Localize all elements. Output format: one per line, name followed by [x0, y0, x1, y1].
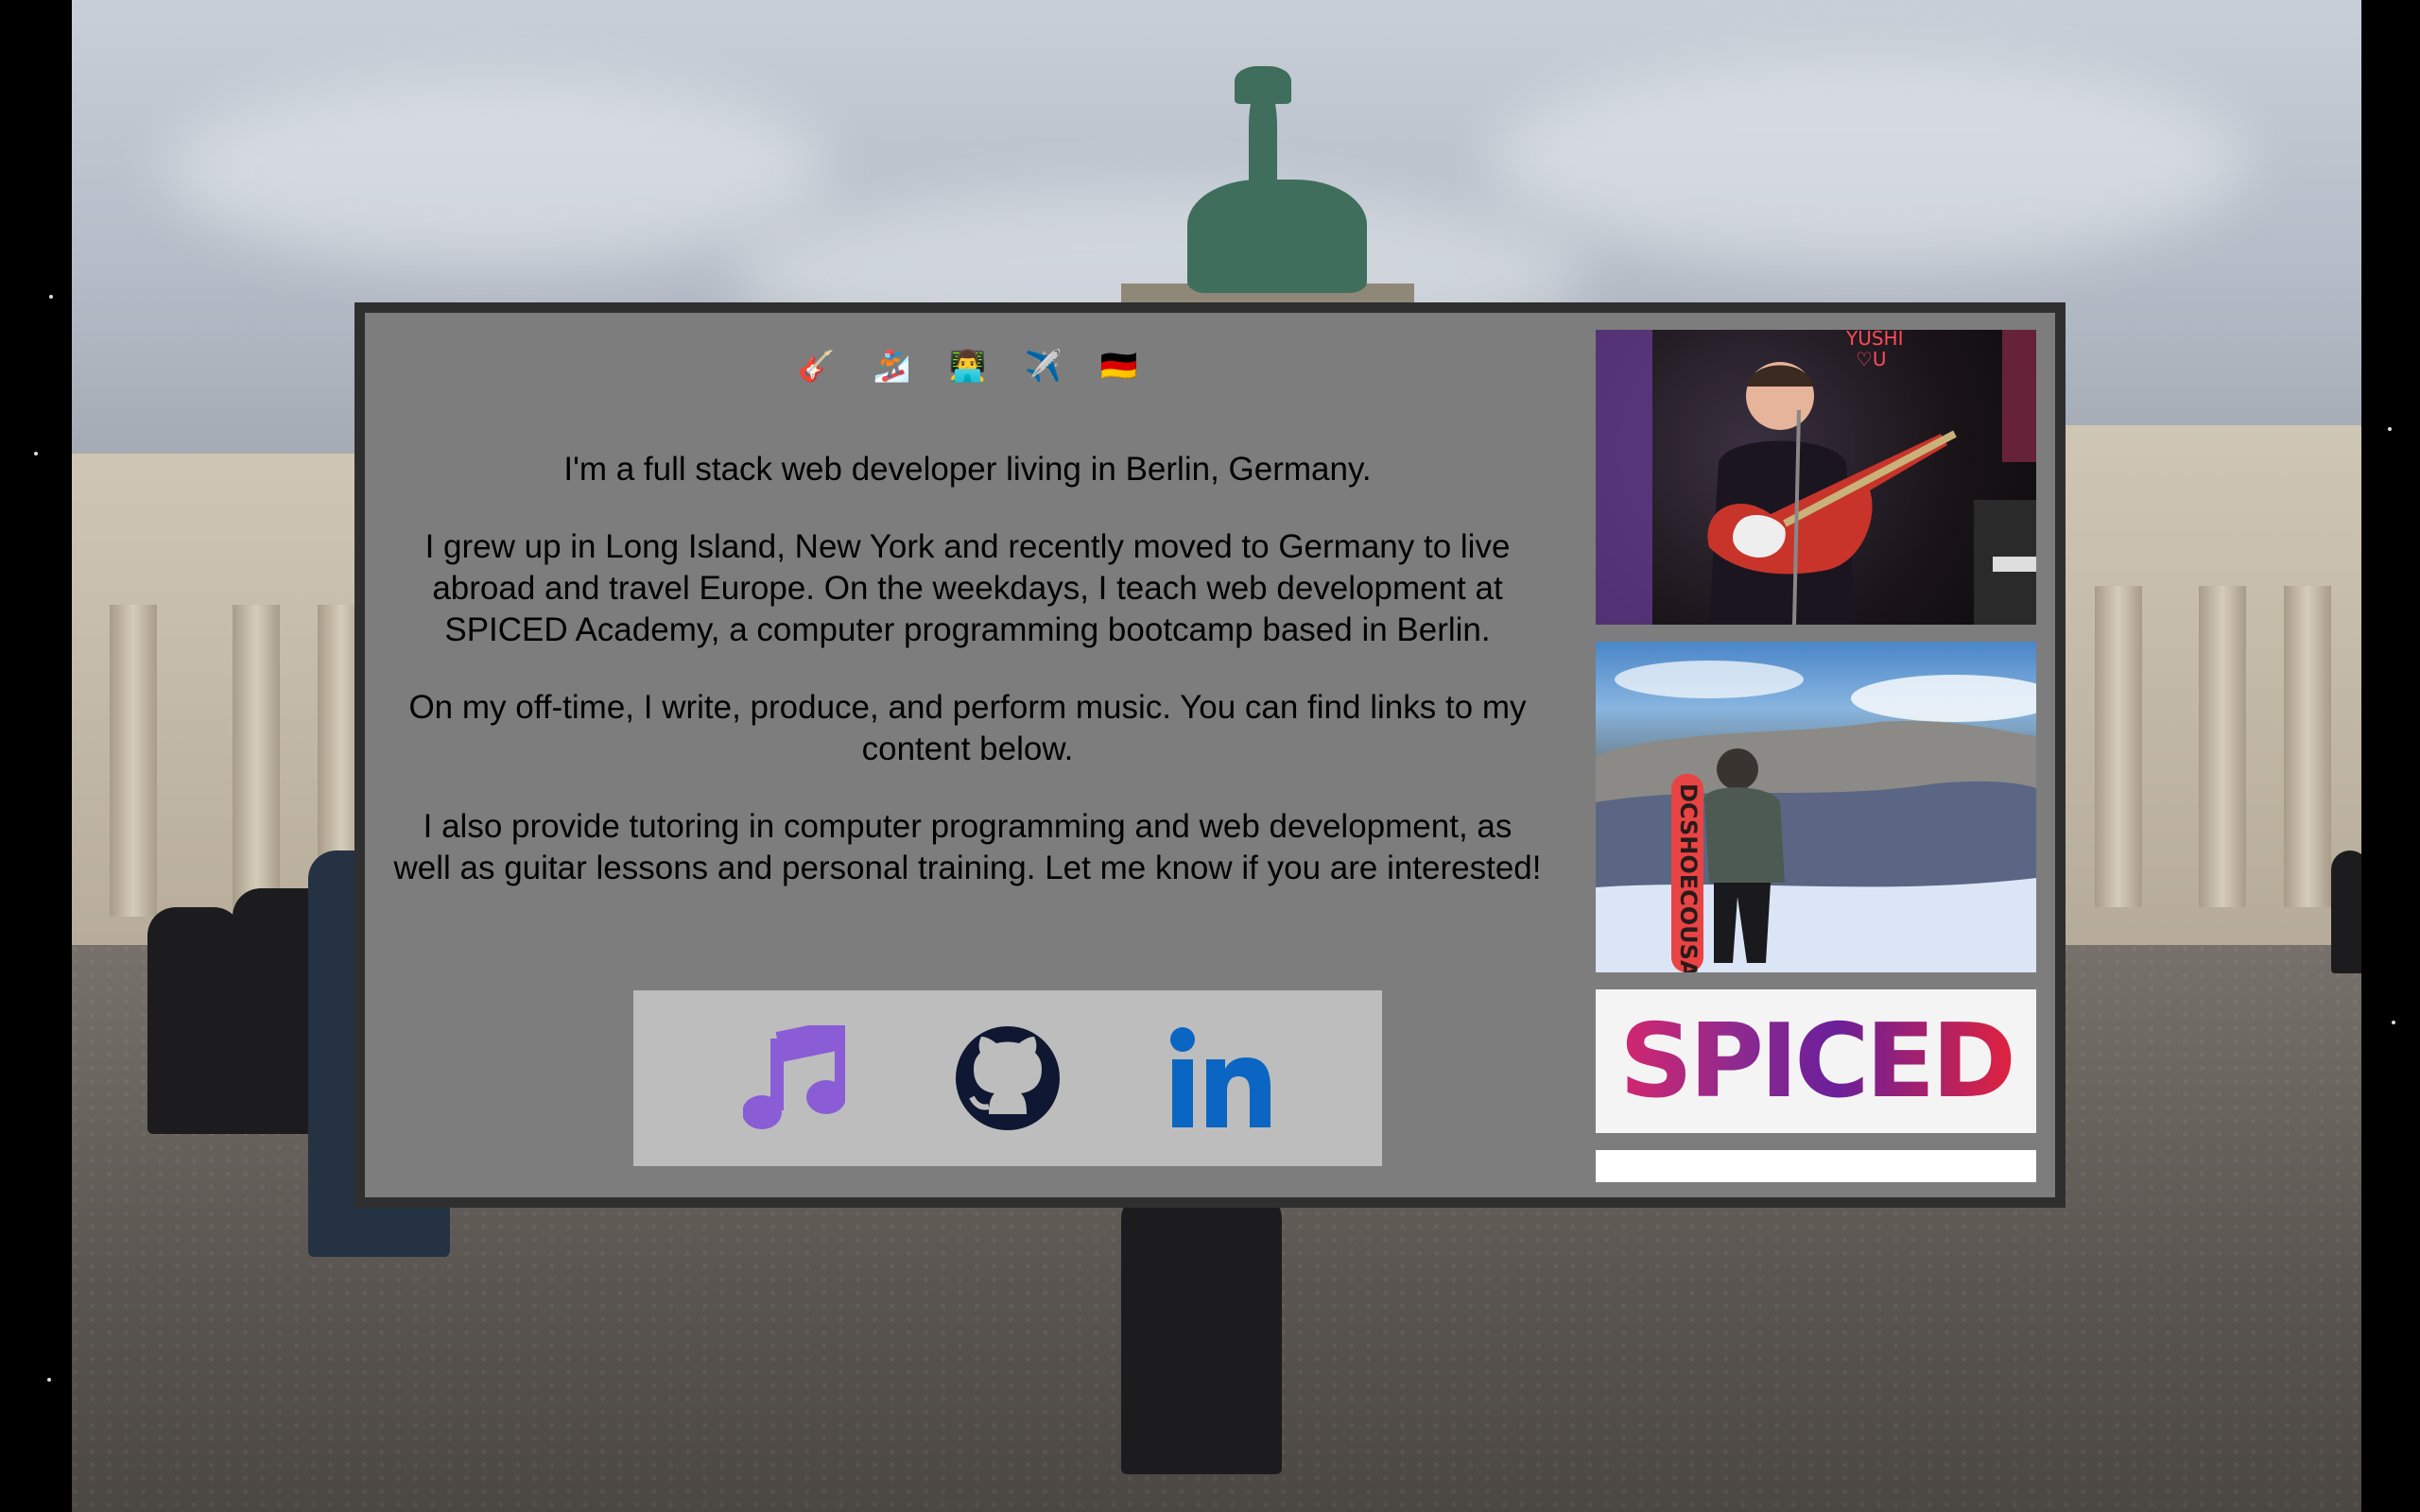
star [47, 1378, 51, 1382]
emoji-row: 🎸 🏂 👨‍💻 ✈️ 🇩🇪 [393, 347, 1542, 385]
guitar-icon: 🎸 [797, 348, 836, 384]
star [49, 295, 53, 299]
bio-music: On my off-time, I write, produce, and pe… [408, 689, 1527, 767]
gallery-placeholder [1596, 1150, 2036, 1182]
spiced-logo-text: SPICED [1619, 1002, 2016, 1121]
bio-intro: I'm a full stack web developer living in… [563, 451, 1372, 488]
social-links [633, 990, 1382, 1166]
germany-flag-icon: 🇩🇪 [1099, 348, 1138, 384]
star [2388, 427, 2392, 431]
technologist-icon: 👨‍💻 [948, 348, 987, 384]
svg-text:♡U: ♡U [1856, 348, 1887, 370]
snowboarding-photo: DCSHOECOUSA [1596, 642, 2036, 972]
svg-text:YUSHI: YUSHI [1845, 330, 1904, 350]
bio-background: I grew up in Long Island, New York and r… [424, 528, 1511, 648]
linkedin-icon[interactable] [1168, 1025, 1274, 1131]
star [34, 452, 38, 455]
about-panel: 🎸 🏂 👨‍💻 ✈️ 🇩🇪 I'm a full stack web devel… [354, 302, 2066, 1208]
snowboarder-icon: 🏂 [873, 348, 911, 384]
performing-photo: YUSHI ♡U [1596, 330, 2036, 625]
star [2392, 1021, 2395, 1024]
snowboard-text: DCSHOECOUSA [1675, 783, 1702, 972]
github-icon[interactable] [955, 1025, 1061, 1131]
bio-tutoring: I also provide tutoring in computer prog… [393, 808, 1542, 886]
music-note-icon[interactable] [741, 1025, 847, 1131]
about-text-column: 🎸 🏂 👨‍💻 ✈️ 🇩🇪 I'm a full stack web devel… [393, 313, 1542, 1197]
photo-gallery: YUSHI ♡U DCSHOECOUSA SPICED [1596, 313, 2036, 1197]
airplane-icon: ✈️ [1024, 348, 1063, 384]
spiced-logo: SPICED [1596, 989, 2036, 1133]
